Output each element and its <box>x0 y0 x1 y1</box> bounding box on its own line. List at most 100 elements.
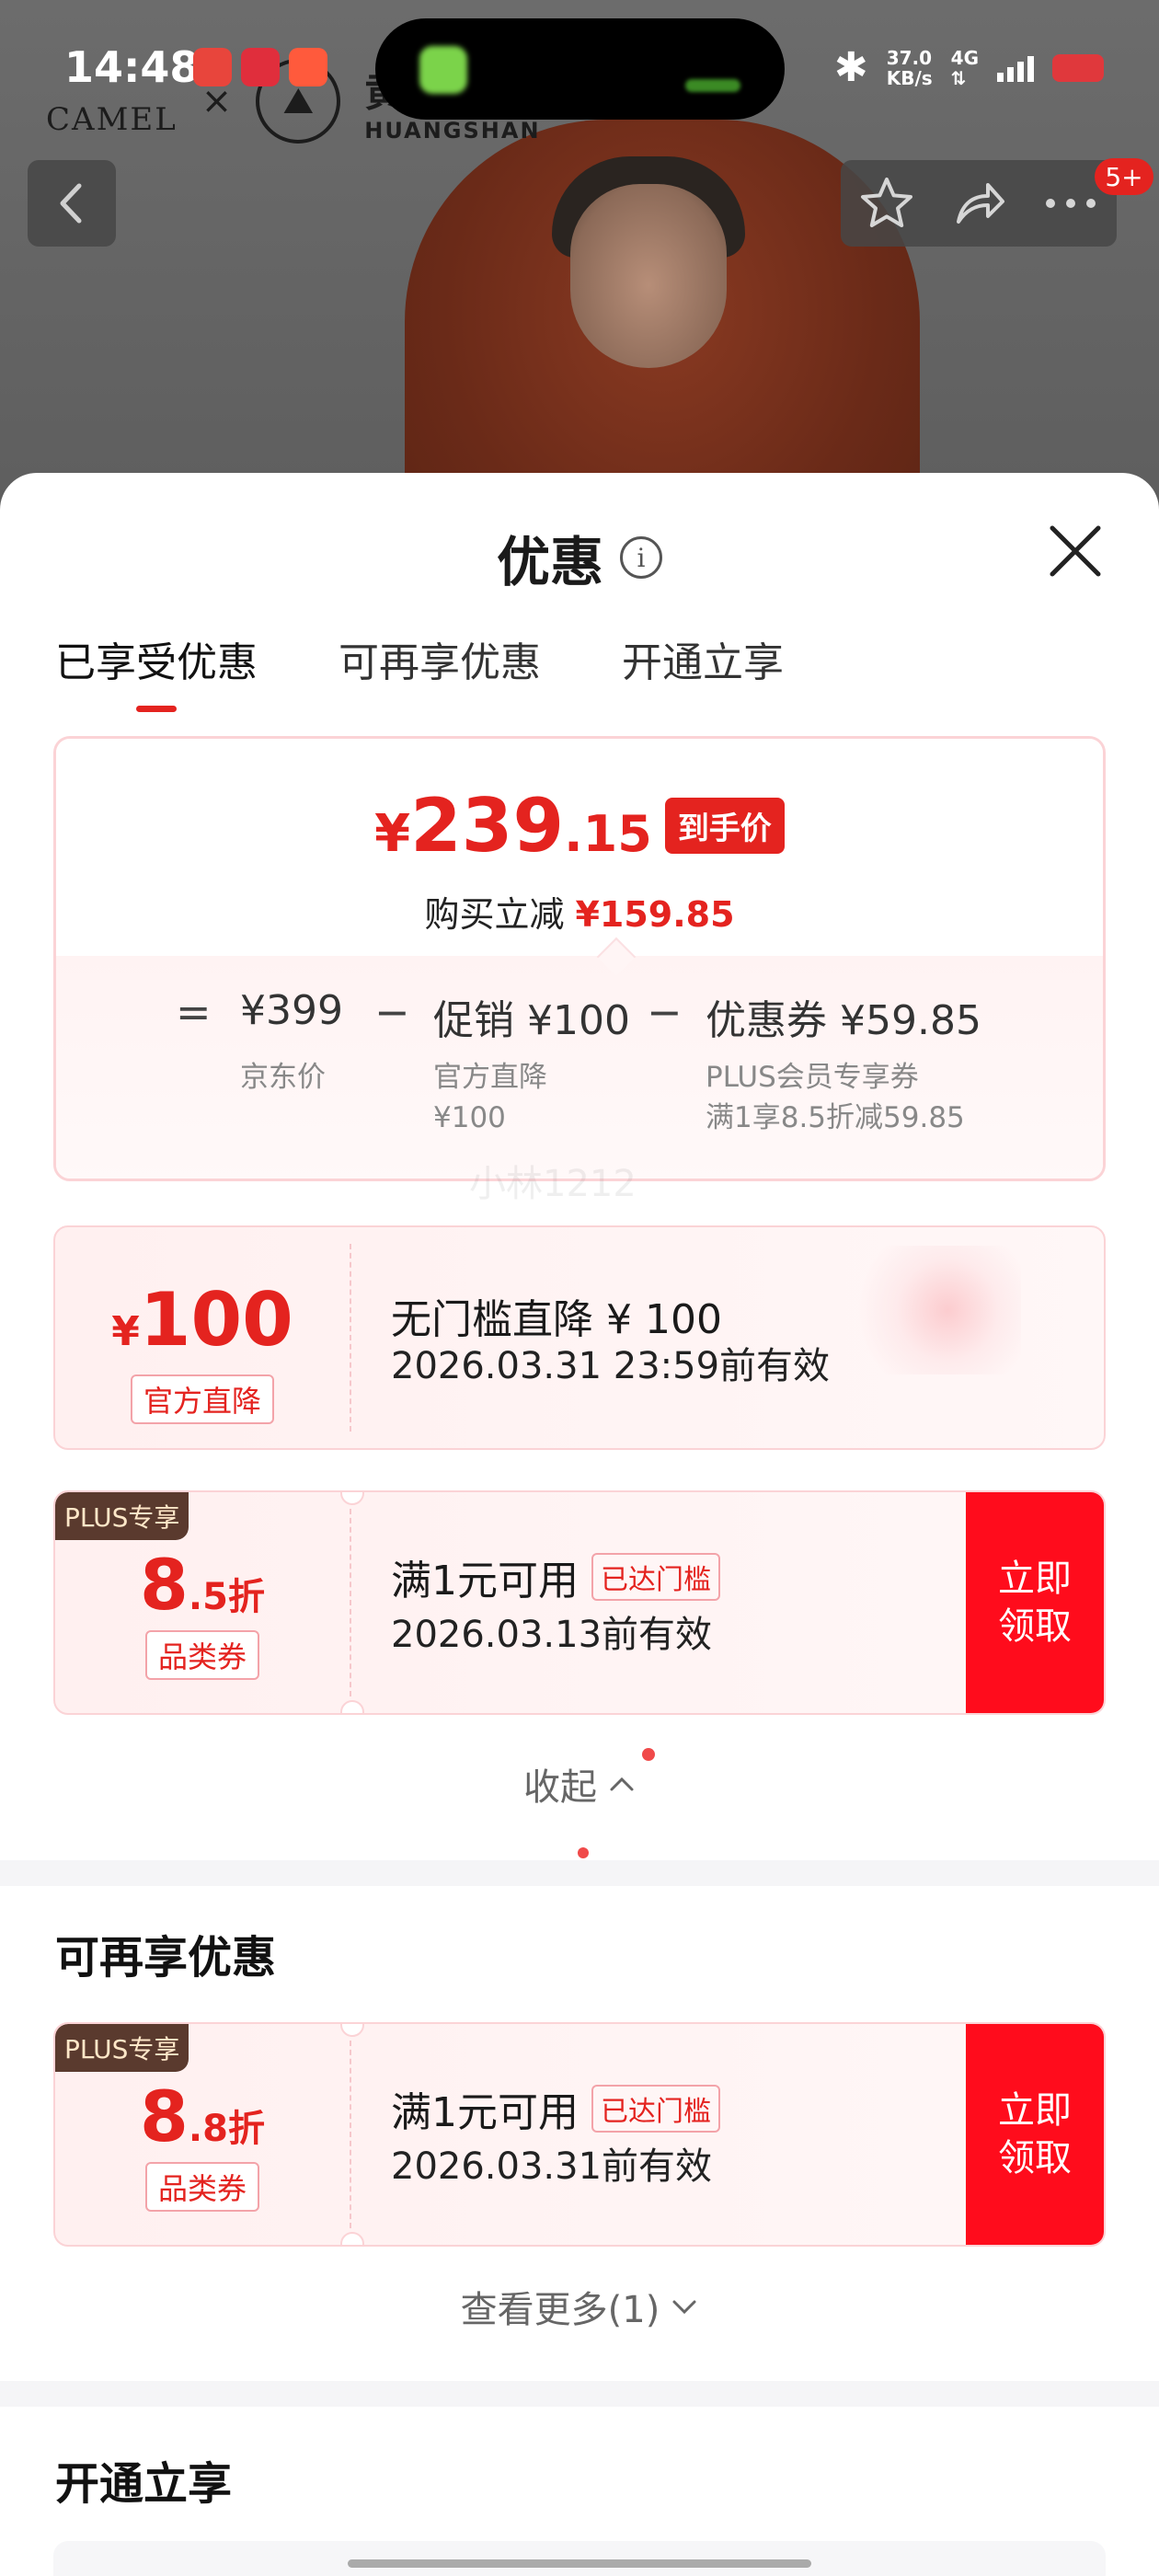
dynamic-island[interactable] <box>375 18 785 120</box>
status-right: ✱ 37.0 KB/s 4G ⇅ <box>834 44 1104 91</box>
price-integer: 239 <box>410 783 565 868</box>
data-arrows-icon: ⇅ <box>950 66 967 89</box>
coupon-label: PLUS会员专享券 满1享8.5折减59.85 <box>706 1057 965 1138</box>
bluetooth-icon: ✱ <box>833 44 868 91</box>
wechat-activity-icon <box>419 46 467 94</box>
top-actions <box>841 160 1117 247</box>
speed-unit: KB/s <box>886 66 933 89</box>
chevron-down-icon <box>672 2300 696 2315</box>
notification-app-icons <box>193 48 327 86</box>
promo-label: 官方直降 ¥100 <box>433 1057 547 1138</box>
tab-more-available[interactable]: 可再享优惠 <box>339 629 541 712</box>
coupon-discount: 8.5折 <box>55 1544 350 1626</box>
discount-suffix: .5折 <box>188 1576 265 1618</box>
chevron-up-icon <box>610 1777 634 1791</box>
coupon-label-line1: PLUS会员专享券 <box>706 1061 919 1094</box>
activity-bar <box>685 79 740 92</box>
coupon-value-number: 100 <box>139 1277 293 1363</box>
home-indicator[interactable] <box>348 2559 811 2568</box>
tab-enjoyed[interactable]: 已享受优惠 <box>55 629 258 712</box>
threshold-reached-tag: 已达门槛 <box>591 1553 720 1601</box>
tab-open-to-enjoy[interactable]: 开通立享 <box>622 629 784 712</box>
share-button[interactable] <box>937 162 1020 245</box>
equals-sign: = <box>176 987 212 1037</box>
network-speed: 37.0 KB/s <box>887 48 933 88</box>
minus-sign: − <box>374 987 410 1037</box>
claim-button[interactable]: 立即 领取 <box>966 1492 1104 1713</box>
section-separator <box>0 2381 1159 2407</box>
jd-price: ¥399 <box>240 987 343 1034</box>
collapse-label: 收起 <box>523 1766 597 1809</box>
price-breakdown: = ¥399 京东价 − 促销 ¥100 官方直降 ¥100 − 优惠券 ¥59… <box>56 956 1103 1179</box>
claim-label-2: 领取 <box>998 2137 1072 2179</box>
coupon-type-wrap: 官方直降 <box>55 1374 350 1424</box>
instant-discount-label: 购买立减 <box>424 894 565 935</box>
watermark: 小林1212 <box>469 1163 637 1205</box>
app-icon <box>289 48 327 86</box>
more-dots-icon <box>1046 199 1096 208</box>
close-button[interactable] <box>1043 519 1107 583</box>
back-button[interactable] <box>28 160 116 247</box>
coupon-divider <box>350 1244 351 1432</box>
coupon-amount: 优惠券 ¥59.85 <box>706 997 981 1044</box>
section-separator <box>0 1860 1159 1886</box>
discount-integer: 8 <box>140 2076 189 2157</box>
coupon-label-line2: 满1享8.5折减59.85 <box>706 1101 965 1134</box>
info-icon[interactable]: i <box>620 536 662 579</box>
collapse-button[interactable]: 收起 <box>0 1757 1159 1811</box>
sheet-title: 优惠 <box>496 531 603 593</box>
coupon-title-text: 满1元可用 <box>391 2089 579 2136</box>
signal-icon <box>997 54 1034 82</box>
coupon-title: 满1元可用 已达门槛 <box>391 2079 720 2138</box>
threshold-reached-tag: 已达门槛 <box>591 2085 720 2133</box>
favorite-button[interactable] <box>845 162 928 245</box>
coupon-validity: 2026.03.31 23:59前有效 <box>391 1345 831 1387</box>
face-shape <box>570 184 727 368</box>
jd-price-label: 京东价 <box>240 1061 326 1094</box>
chevron-left-icon <box>60 183 82 224</box>
message-badge: 5+ <box>1095 158 1153 195</box>
coupon-divider <box>350 2041 351 2228</box>
claim-label-1: 立即 <box>998 1558 1072 1600</box>
coupon-notch <box>340 1700 364 1713</box>
coupon-title-text: 满1元可用 <box>391 1558 579 1604</box>
final-price-line: ¥ 239 .15 到手价 <box>56 783 1103 868</box>
coupon-value: 8.5折 品类券 <box>55 1492 350 1713</box>
price-decimal: .15 <box>564 805 652 863</box>
discount-sheet: 优惠 i 已享受优惠 可再享优惠 开通立享 ¥ 239 .15 到手价 购买立减… <box>0 473 1159 2576</box>
final-price: ¥ 239 .15 <box>374 783 652 868</box>
status-time: 14:48 <box>64 42 200 92</box>
coupon-discount: 8.8折 <box>55 2076 350 2157</box>
coupon-validity: 2026.03.31前有效 <box>391 2145 713 2188</box>
coupon-type-tag: 品类券 <box>144 2162 259 2212</box>
coupon-title: 满1元可用 已达门槛 <box>391 1547 720 1606</box>
currency-symbol: ¥ <box>374 804 411 864</box>
coupon-currency: ¥ <box>111 1308 140 1355</box>
discount-suffix: .8折 <box>188 2108 265 2150</box>
section-title-more: 可再享优惠 <box>55 1932 277 1984</box>
coupon-amount: ¥100 <box>55 1277 350 1363</box>
coupon-type-tag: 官方直降 <box>130 1374 274 1424</box>
promo-amount: 促销 ¥100 <box>433 997 630 1044</box>
coupon-notch <box>340 2232 364 2245</box>
coupon-validity: 2026.03.13前有效 <box>391 1614 713 1656</box>
decorative-dot <box>578 1847 589 1858</box>
battery-icon <box>1052 53 1104 82</box>
open-benefit-card[interactable] <box>53 2541 1106 2576</box>
claim-button[interactable]: 立即 领取 <box>966 2024 1104 2245</box>
status-bar: 14:48 ✱ 37.0 KB/s 4G ⇅ <box>0 0 1159 138</box>
discount-tabs: 已享受优惠 可再享优惠 开通立享 <box>55 629 784 712</box>
instant-discount-amount: ¥159.85 <box>575 894 735 935</box>
coupon-official-discount: ¥100 官方直降 无门槛直降 ¥ 100 2026.03.31 23:59前有… <box>53 1225 1106 1450</box>
promo-label-line2: ¥100 <box>433 1101 506 1134</box>
share-icon <box>957 183 1004 224</box>
view-more-button[interactable]: 查看更多(1) <box>0 2280 1159 2333</box>
claim-label-2: 领取 <box>998 1605 1072 1648</box>
speed-value: 37.0 <box>886 46 933 69</box>
star-icon <box>861 178 912 227</box>
coupon-type-tag: 品类券 <box>144 1630 259 1680</box>
view-more-label: 查看更多(1) <box>460 2289 660 2331</box>
network-type: 4G ⇅ <box>951 48 979 88</box>
section-title-open: 开通立享 <box>55 2458 233 2510</box>
coupon-plus-category-more: PLUS专享 8.8折 品类券 满1元可用 已达门槛 2026.03.31前有效… <box>53 2022 1106 2247</box>
